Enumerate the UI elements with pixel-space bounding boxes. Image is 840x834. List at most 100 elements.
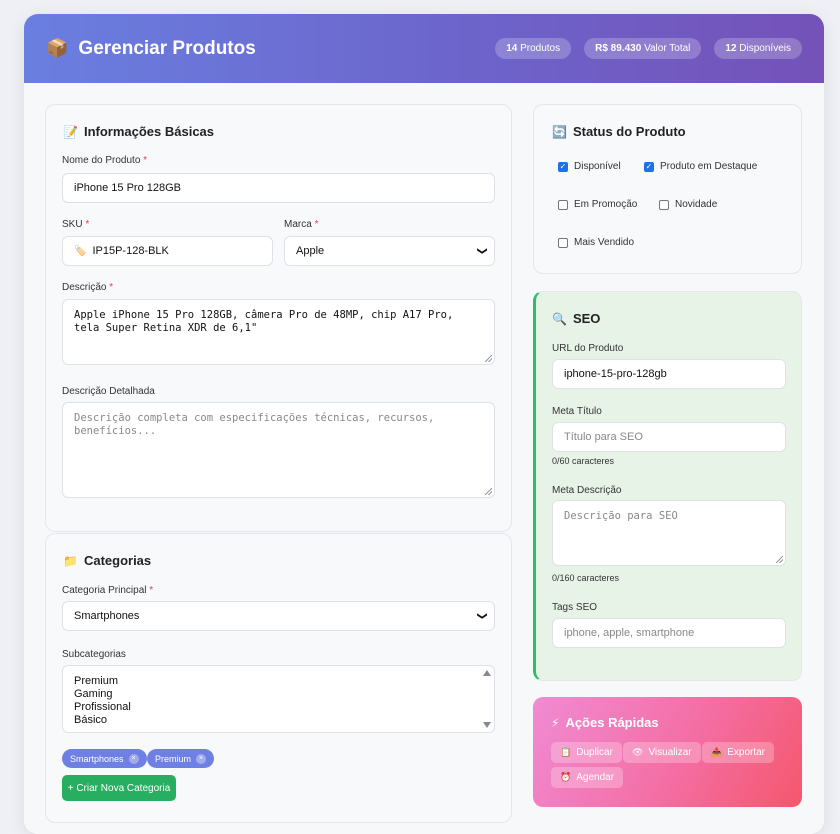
meta-description-label: Meta Descrição xyxy=(552,485,622,496)
sku-value: IP15P-128-BLK xyxy=(92,245,169,257)
preview-button[interactable]: 👁 Visualizar xyxy=(623,742,701,763)
lightning-icon: ⚡ xyxy=(551,715,560,730)
export-button-label: Exportar xyxy=(727,747,766,758)
resize-handle-icon[interactable] xyxy=(485,355,492,362)
required-mark: * xyxy=(149,585,154,596)
category-tag-label: Smartphones xyxy=(70,753,124,764)
sku-input[interactable]: 🏷️ IP15P-128-BLK xyxy=(62,236,273,266)
create-category-button[interactable]: + Criar Nova Categoria xyxy=(62,775,176,801)
quick-actions-card: ⚡ Ações Rápidas 📋 Duplicar 👁 Visualizar 📤 E… xyxy=(533,697,802,807)
brand-value: Apple xyxy=(296,245,325,257)
chevron-down-icon: ❯ xyxy=(476,246,488,256)
scroll-down-icon[interactable] xyxy=(483,722,491,728)
checkbox-available-label: Disponível xyxy=(574,161,621,172)
meta-title-counter: 0/60 caracteres xyxy=(552,456,615,466)
checkbox-new[interactable]: Novidade xyxy=(659,199,717,210)
category-tag-premium: Premium × xyxy=(147,749,215,768)
basic-info-title: 📝 Informações Básicas xyxy=(63,124,214,139)
checkbox-best-seller[interactable]: Mais Vendido xyxy=(558,237,634,248)
page-title-text: Gerenciar Produtos xyxy=(78,37,256,59)
refresh-icon: 🔄 xyxy=(552,124,567,139)
seo-tags-placeholder: iphone, apple, smartphone xyxy=(564,627,695,639)
checkbox-box[interactable] xyxy=(558,199,568,210)
remove-tag-icon[interactable]: × xyxy=(196,753,207,764)
stat-products: 14 Produtos xyxy=(495,38,572,59)
export-button[interactable]: 📤 Exportar xyxy=(702,742,775,763)
brand-label: Marca * xyxy=(284,219,318,230)
checkbox-featured[interactable]: ✓ Produto em Destaque xyxy=(644,161,757,172)
header-stats: 14 Produtos R$ 89.430 Valor Total 12 Dis… xyxy=(495,38,802,59)
checkbox-featured-label: Produto em Destaque xyxy=(660,161,758,172)
stat-available-label: Disponíveis xyxy=(739,43,791,54)
seo-title-text: SEO xyxy=(572,311,601,326)
checkbox-promotion[interactable]: Em Promoção xyxy=(558,199,637,210)
clipboard-icon: 📋 xyxy=(560,747,572,757)
detail-description-placeholder: Descrição completa com especificações té… xyxy=(74,412,435,437)
brand-select[interactable]: Apple ❯ xyxy=(284,236,495,266)
clock-icon: ⏰ xyxy=(560,772,572,782)
main-category-select[interactable]: Smartphones ❯ xyxy=(62,601,495,631)
sku-label-text: SKU xyxy=(62,219,83,230)
check-icon[interactable]: ✓ xyxy=(644,161,654,172)
stat-available-value: 12 xyxy=(725,43,737,54)
seo-title: 🔍 SEO xyxy=(552,311,600,326)
subcategory-option[interactable]: Profissional xyxy=(74,701,131,714)
subcategories-listbox[interactable]: Premium Gaming Profissional Básico xyxy=(62,665,495,733)
schedule-button[interactable]: ⏰ Agendar xyxy=(551,767,624,788)
required-mark: * xyxy=(314,219,319,230)
brand-label-text: Marca xyxy=(284,219,312,230)
product-name-input[interactable]: iPhone 15 Pro 128GB xyxy=(62,173,495,203)
subcategory-option[interactable]: Básico xyxy=(74,714,131,727)
duplicate-button-label: Duplicar xyxy=(576,747,613,758)
product-url-input[interactable]: iphone-15-pro-128gb xyxy=(552,359,786,389)
listbox-scrollbar[interactable] xyxy=(482,670,492,728)
page-header: 📦 Gerenciar Produtos 14 Produtos R$ 89.4… xyxy=(24,14,824,83)
meta-title-label: Meta Título xyxy=(552,406,602,417)
meta-title-placeholder: Título para SEO xyxy=(564,431,643,443)
status-card: 🔄 Status do Produto ✓ Disponível ✓ Produto… xyxy=(533,104,802,274)
checkbox-new-label: Novidade xyxy=(675,199,718,210)
check-icon[interactable]: ✓ xyxy=(558,161,568,172)
seo-tags-input[interactable]: iphone, apple, smartphone xyxy=(552,618,786,648)
description-label: Descrição * xyxy=(62,282,113,293)
detail-description-textarea[interactable]: Descrição completa com especificações té… xyxy=(62,402,495,498)
basic-info-title-text: Informações Básicas xyxy=(83,124,215,139)
subcategory-option[interactable]: Gaming xyxy=(74,688,131,701)
meta-description-counter: 0/160 caracteres xyxy=(552,573,620,583)
checkbox-available[interactable]: ✓ Disponível xyxy=(558,161,621,172)
checkbox-promotion-label: Em Promoção xyxy=(574,199,638,210)
subcategory-option[interactable]: Premium xyxy=(74,675,131,688)
stat-total-value-label: Valor Total xyxy=(644,43,691,54)
remove-tag-icon[interactable]: × xyxy=(128,753,139,764)
product-manager-window: 📦 Gerenciar Produtos 14 Produtos R$ 89.4… xyxy=(24,14,824,834)
resize-handle-icon[interactable] xyxy=(485,488,492,495)
checkbox-box[interactable] xyxy=(558,237,568,248)
meta-description-textarea[interactable]: Descrição para SEO xyxy=(552,500,786,566)
memo-icon: 📝 xyxy=(63,124,78,139)
duplicate-button[interactable]: 📋 Duplicar xyxy=(551,742,622,763)
page-title: 📦 Gerenciar Produtos xyxy=(46,38,256,60)
seo-tags-label: Tags SEO xyxy=(552,602,598,613)
main-category-label: Categoria Principal * xyxy=(62,585,153,596)
status-title: 🔄 Status do Produto xyxy=(552,124,686,139)
scroll-up-icon[interactable] xyxy=(483,670,491,676)
resize-handle-icon[interactable] xyxy=(776,556,783,563)
main-category-label-text: Categoria Principal xyxy=(62,585,147,596)
categories-card: 📁 Categorias Categoria Principal * Smart… xyxy=(45,533,512,823)
detail-description-label: Descrição Detalhada xyxy=(62,386,155,397)
description-textarea[interactable]: Apple iPhone 15 Pro 128GB, câmera Pro de… xyxy=(62,299,495,365)
stat-products-value: 14 xyxy=(506,43,518,54)
product-name-label: Nome do Produto * xyxy=(62,155,147,166)
page-body: 📝 Informações Básicas Nome do Produto * … xyxy=(24,83,824,834)
checkbox-box[interactable] xyxy=(659,199,669,210)
eye-icon: 👁 xyxy=(632,747,644,757)
categories-title: 📁 Categorias xyxy=(63,553,151,568)
export-icon: 📤 xyxy=(711,747,723,757)
meta-description-placeholder: Descrição para SEO xyxy=(564,510,678,522)
stat-available: 12 Disponíveis xyxy=(714,38,802,59)
required-mark: * xyxy=(143,155,148,166)
meta-title-input[interactable]: Título para SEO xyxy=(552,422,786,452)
main-category-value: Smartphones xyxy=(74,610,140,622)
stat-total-value: R$ 89.430 Valor Total xyxy=(584,38,702,59)
product-name-label-text: Nome do Produto xyxy=(62,155,141,166)
